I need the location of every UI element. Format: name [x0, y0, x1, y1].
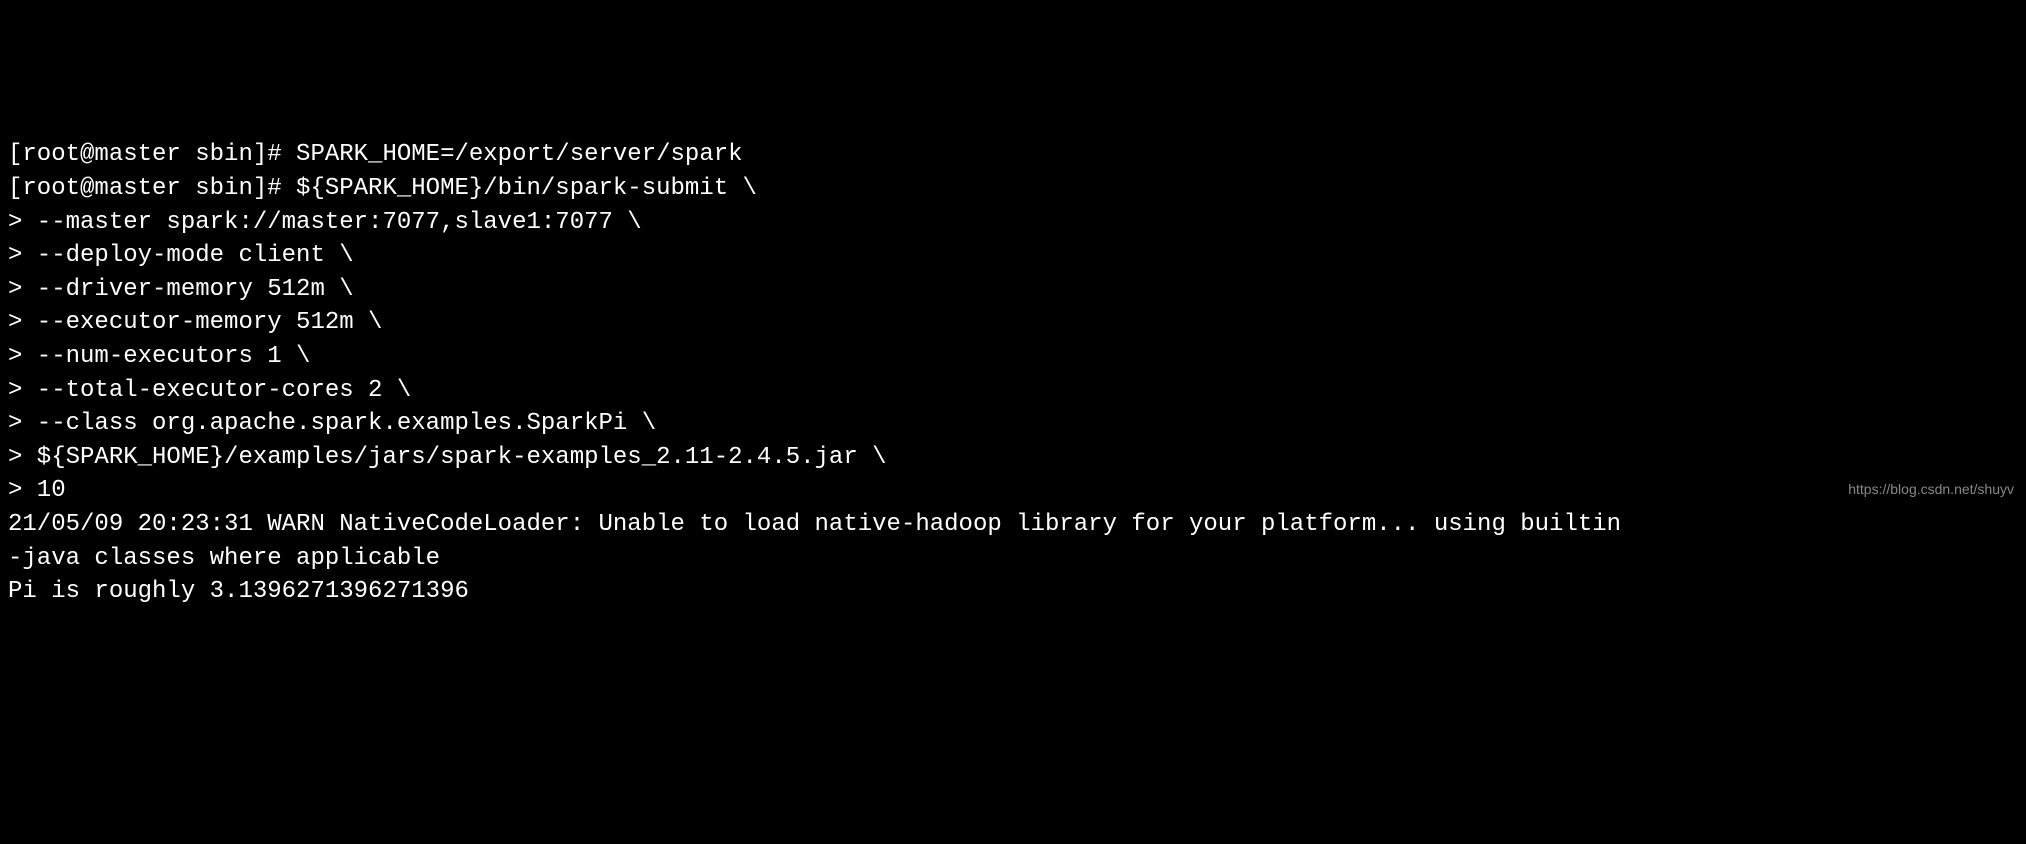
terminal-line: [root@master sbin]# ${SPARK_HOME}/bin/sp… [8, 172, 2018, 206]
terminal-line: > --num-executors 1 \ [8, 340, 2018, 374]
terminal-line: > ${SPARK_HOME}/examples/jars/spark-exam… [8, 441, 2018, 475]
terminal-line: > --master spark://master:7077,slave1:70… [8, 206, 2018, 240]
terminal-line: [root@master sbin]# SPARK_HOME=/export/s… [8, 138, 2018, 172]
terminal-line: > --deploy-mode client \ [8, 239, 2018, 273]
terminal-line: > --total-executor-cores 2 \ [8, 374, 2018, 408]
terminal-line: > --executor-memory 512m \ [8, 306, 2018, 340]
terminal-line: > 10 [8, 474, 2018, 508]
terminal-line: Pi is roughly 3.1396271396271396 [8, 575, 2018, 609]
terminal-line: 21/05/09 20:23:31 WARN NativeCodeLoader:… [8, 508, 2018, 542]
terminal-line: > --class org.apache.spark.examples.Spar… [8, 407, 2018, 441]
terminal-line: -java classes where applicable [8, 542, 2018, 576]
terminal-output[interactable]: [root@master sbin]# SPARK_HOME=/export/s… [8, 138, 2018, 608]
watermark-text: https://blog.csdn.net/shuyv [1848, 480, 2014, 500]
terminal-line: > --driver-memory 512m \ [8, 273, 2018, 307]
